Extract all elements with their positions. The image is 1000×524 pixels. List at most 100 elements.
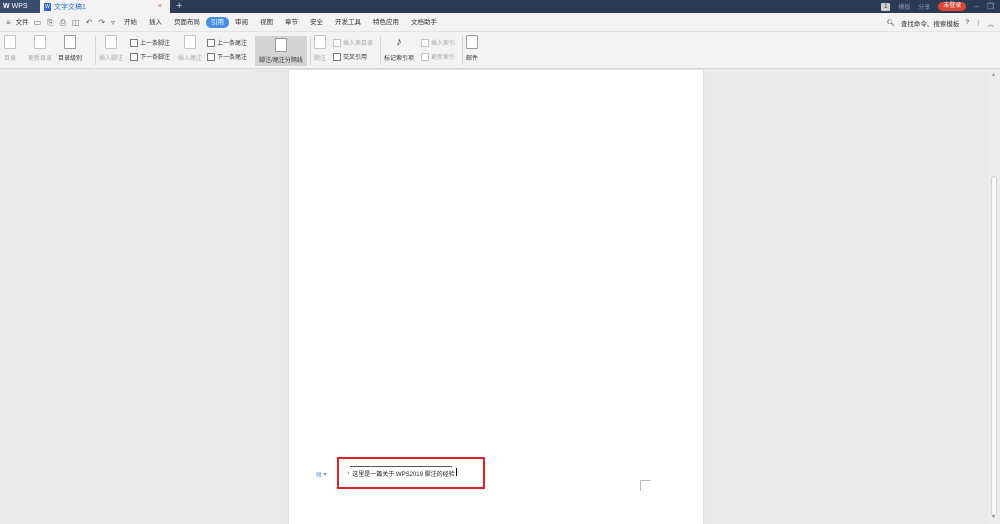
document-page[interactable]: [289, 70, 703, 524]
tab-section[interactable]: 章节: [279, 17, 304, 28]
insert-endnote-label: 插入尾注: [178, 56, 203, 62]
insert-endnote-icon: [184, 35, 196, 49]
ribbon-divider: [380, 36, 381, 65]
insert-index-label: 插入索引: [431, 41, 456, 47]
customize-toolbar-icon[interactable]: ▿: [111, 18, 115, 27]
help-icon[interactable]: ?: [965, 19, 969, 26]
caption-label: 题注: [314, 56, 327, 62]
tab-view[interactable]: 视图: [254, 17, 279, 28]
insert-footnote-label: 插入脚注: [99, 56, 124, 62]
update-toc-button[interactable]: 更新目录: [28, 35, 52, 62]
prev-endnote-label: 上一条尾注: [217, 41, 248, 47]
ribbon-divider: [95, 36, 96, 65]
print-icon[interactable]: ⎙: [60, 18, 66, 28]
tab-home[interactable]: 开始: [118, 17, 143, 28]
next-endnote-button[interactable]: 下一条尾注: [207, 52, 247, 61]
writer-doc-icon: W: [44, 2, 51, 11]
file-menu[interactable]: 文件: [14, 17, 31, 28]
command-search[interactable]: 查找命令、搜索模板: [901, 18, 960, 28]
tab-review[interactable]: 审阅: [229, 17, 254, 28]
save-icon[interactable]: ▭: [34, 18, 42, 27]
menu-bar: ≡ 文件 ▭ ⎘ ⎙ ◫ ↶ ↷ ▿ 开始 插入 页面布局 引用 审阅 视图 章…: [0, 13, 1000, 32]
insert-index-icon: [421, 38, 429, 47]
toc-level-label: 目录级别: [58, 56, 83, 62]
tab-developer[interactable]: 开发工具: [329, 17, 367, 28]
mark-index-icon: ♪: [396, 36, 402, 48]
share-button[interactable]: 分享: [918, 2, 930, 11]
scroll-up-icon[interactable]: ▲: [991, 72, 996, 78]
ribbon-divider: [310, 36, 311, 65]
window-count-badge[interactable]: 1: [881, 2, 891, 11]
toc-button[interactable]: 目录: [4, 35, 16, 62]
prev-endnote-button[interactable]: 上一条尾注: [207, 38, 247, 47]
toc-level-icon: [64, 35, 76, 49]
mail-button[interactable]: 邮件: [466, 35, 478, 62]
insert-index-button[interactable]: 插入索引: [421, 38, 455, 47]
prev-footnote-label: 上一条脚注: [140, 41, 171, 47]
update-index-icon: [421, 52, 429, 61]
cross-reference-icon: [333, 52, 341, 61]
toc-icon: [4, 35, 16, 49]
titlebar-right: 1 模板 分享 未登录 – ❐: [881, 0, 1000, 13]
insert-footnote-icon: [105, 35, 117, 49]
wps-home-tab[interactable]: W WPS: [0, 0, 40, 13]
insert-endnote-button[interactable]: 插入尾注: [178, 35, 202, 62]
mark-index-button[interactable]: ♪ 标记索引项: [384, 35, 414, 62]
template-button[interactable]: 模板: [898, 2, 910, 11]
prev-footnote-button[interactable]: 上一条脚注: [130, 38, 170, 47]
tab-references[interactable]: 引用: [206, 17, 230, 28]
caption-button[interactable]: 题注: [314, 35, 326, 62]
more-options-icon[interactable]: ⋮: [975, 19, 982, 27]
wps-tab-label: WPS: [11, 3, 28, 10]
toc-level-button[interactable]: 目录级别: [58, 35, 82, 62]
footnote-separator-label: 脚注/尾注分隔线: [259, 58, 303, 64]
wps-logo-icon: W: [3, 3, 10, 10]
paste-options-icon[interactable]: ▤ ▾: [316, 471, 326, 478]
next-endnote-icon: [207, 52, 215, 61]
footnote-separator-button[interactable]: 脚注/尾注分隔线: [255, 36, 307, 66]
cross-reference-label: 交叉引用: [343, 55, 368, 61]
mail-icon: [466, 35, 478, 49]
scroll-down-icon[interactable]: ▼: [991, 514, 996, 520]
tab-security[interactable]: 安全: [304, 17, 329, 28]
prev-endnote-icon: [207, 38, 215, 47]
update-index-button[interactable]: 更新索引: [421, 52, 455, 61]
redo-icon[interactable]: ↷: [98, 18, 105, 27]
insert-caption-label: 插入表目录: [343, 41, 374, 47]
document-tab[interactable]: W 文字文稿1 ×: [40, 0, 170, 13]
tab-doc-assistant[interactable]: 文档助手: [405, 17, 443, 28]
collapse-ribbon-icon[interactable]: ︿: [988, 18, 995, 28]
next-footnote-button[interactable]: 下一条脚注: [130, 52, 170, 61]
update-toc-icon: [34, 35, 46, 49]
export-pdf-icon[interactable]: ⎘: [47, 18, 53, 28]
new-tab-button[interactable]: +: [176, 0, 182, 12]
tab-features[interactable]: 特色应用: [367, 17, 405, 28]
hamburger-menu-icon[interactable]: ≡: [6, 18, 11, 27]
insert-caption-button[interactable]: 插入表目录: [333, 38, 373, 47]
scrollbar-thumb[interactable]: [991, 176, 997, 516]
insert-footnote-button[interactable]: 插入脚注: [99, 35, 123, 62]
mail-label: 邮件: [466, 56, 479, 62]
undo-icon[interactable]: ↶: [86, 18, 93, 27]
insert-caption-icon: [333, 38, 341, 47]
next-endnote-label: 下一条尾注: [217, 55, 248, 61]
footnote-separator-icon: [275, 38, 287, 52]
update-index-label: 更新索引: [431, 55, 456, 61]
close-tab-icon[interactable]: ×: [158, 3, 162, 10]
tab-insert[interactable]: 插入: [143, 17, 168, 28]
cross-reference-button[interactable]: 交叉引用: [333, 52, 367, 61]
vertical-scrollbar[interactable]: ▲ ▼: [988, 70, 1000, 524]
tab-page-layout[interactable]: 页面布局: [168, 17, 206, 28]
next-footnote-label: 下一条脚注: [140, 55, 171, 61]
restore-icon[interactable]: ❐: [987, 2, 994, 11]
print-preview-icon[interactable]: ◫: [72, 18, 80, 27]
login-button[interactable]: 未登录: [938, 2, 967, 11]
mark-index-label: 标记索引项: [384, 56, 415, 62]
highlight-annotation-box: [337, 457, 485, 489]
minimize-icon[interactable]: –: [974, 2, 978, 11]
page-corner-mark: [640, 480, 651, 491]
caption-icon: [314, 35, 326, 49]
update-toc-label: 更新目录: [28, 56, 53, 62]
search-icon[interactable]: 🔍︎: [887, 19, 895, 27]
ribbon-divider: [462, 36, 463, 65]
